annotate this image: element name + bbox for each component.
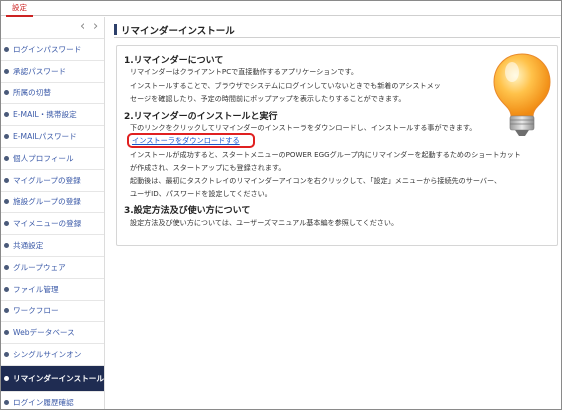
bullet-icon [4,375,9,381]
sidebar-item-approval-password[interactable]: 承認パスワード [1,61,104,83]
sidebar-item-label: 所属の切替 [13,88,51,98]
sidebar-item-label: E-MAILパスワード [13,132,77,142]
section-text-line: 起動後は、最初にタスクトレイのリマインダーアイコンを右クリックして、「設定」メニ… [130,176,502,185]
bullet-icon [4,46,9,52]
sidebar-item-label: Webデータベース [13,328,75,338]
sidebar-item-label: シングルサインオン [13,350,82,360]
lightbulb-icon [493,53,551,136]
bullet-icon [4,330,9,336]
sidebar-item-workflow[interactable]: ワークフロー [1,301,104,323]
sidebar-item-email-mobile-settings[interactable]: E-MAIL・携帯設定 [1,104,104,127]
bullet-icon [4,286,9,292]
page-header: リマインダーインストール [114,22,560,38]
sidebar-item-label: ファイル管理 [13,284,59,294]
sidebar-item-label: グループウェア [13,262,66,272]
content-panel: 1.リマインダーについて リマインダーはクライアントPCで直接動作するアプリケー… [116,45,558,246]
sidebar-item-login-history[interactable]: ログイン履歴確認 [1,392,104,409]
section-text-line: リマインダーはクライアントPCで直接動作するアプリケーションです。 [130,67,358,76]
sidebar-item-label: ログイン履歴確認 [13,397,74,407]
sidebar-item-reminder-install[interactable]: リマインダーインストール [1,365,104,392]
section-text-line: ユーザID、パスワードを設定してください。 [130,189,272,198]
sidebar-item-label: E-MAIL・携帯設定 [13,110,77,120]
sidebar-item-label: 承認パスワード [13,66,67,76]
section-text-line: インストールが成功すると、スタートメニューのPOWER EGGグループ内にリマイ… [130,150,521,159]
bullet-icon [4,199,9,205]
sidebar-item-my-menu[interactable]: マイメニューの登録 [1,213,104,236]
bullet-icon [4,243,9,249]
sidebar-item-single-sign-on[interactable]: シングルサインオン [1,344,104,366]
download-installer-link[interactable]: インストーラをダウンロードする [132,136,240,146]
main-content: リマインダーインストール 1.リマインダーについて リマインダーはクライアントP… [106,17,561,409]
bullet-icon [4,177,9,183]
sidebar-item-file-management[interactable]: ファイル管理 [1,279,104,301]
sidebar-item-label: ワークフロー [13,306,59,316]
page-title: リマインダーインストール [121,26,235,37]
bullet-icon [4,155,9,161]
sidebar-item-email-password[interactable]: E-MAILパスワード [1,126,104,148]
download-link-highlight: インストーラをダウンロードする [127,133,255,148]
sidebar-item-label: 個人プロフィール [13,153,74,163]
sidebar-item-groupware[interactable]: グループウェア [1,257,104,279]
section-heading-usage: 3.設定方法及び使い方について [124,206,251,216]
section-text-line: が作成され、スタートアップにも登録されます。 [130,163,286,172]
sidebar-item-label: ログインパスワード [13,44,82,54]
bullet-icon [4,112,9,118]
sidebar-item-label: マイグループの登録 [13,175,81,185]
sidebar-item-my-group[interactable]: マイグループの登録 [1,170,104,192]
title-accent-bar [114,24,117,35]
chevron-left-icon[interactable]: ‹ [80,19,85,35]
bullet-icon [4,68,9,74]
bullet-icon [4,399,9,405]
bullet-icon [4,352,9,358]
sidebar-item-personal-profile[interactable]: 個人プロフィール [1,148,104,170]
bullet-icon [4,221,9,227]
chevron-right-icon[interactable]: › [93,19,98,35]
section-text-line: インストールすることで、ブラウザでシステムにログインしていないときでも新着のアシ… [130,81,441,90]
bullet-icon [4,308,9,314]
sidebar-item-label: 施設グループの登録 [13,197,81,207]
section-heading-about: 1.リマインダーについて [124,56,224,66]
section-text-line: セージを確認したり、予定の時間前にポップアップを表示したりすることができます。 [130,94,406,103]
top-tab-bar: 設定 [1,1,561,17]
sidebar-item-web-database[interactable]: Webデータベース [1,322,104,345]
sidebar-item-label: 共通設定 [13,241,44,251]
sidebar-item-common-settings[interactable]: 共通設定 [1,235,104,257]
app-window: 設定 ‹ › ログインパスワード 承認パスワード 所属の切替 E-MAIL・携帯… [0,0,562,410]
section-heading-install: 2.リマインダーのインストールと実行 [124,112,278,122]
tab-settings[interactable]: 設定 [6,2,33,17]
bullet-icon [4,134,9,140]
sidebar-item-label: マイメニューの登録 [13,219,82,229]
bullet-icon [4,90,9,96]
sidebar-item-label: リマインダーインストール [13,373,104,383]
sidebar-item-login-password[interactable]: ログインパスワード [1,39,104,61]
sidebar-header: ‹ › [1,17,104,39]
bullet-icon [4,264,9,270]
sidebar-item-facility-group[interactable]: 施設グループの登録 [1,192,104,214]
section-text-line: 設定方法及び使い方については、ユーザーズマニュアル基本編を参照してください。 [130,218,399,227]
section-text-line: 下のリンクをクリックしてリマインダーのインストーラをダウンロードし、インストール… [130,123,477,132]
sidebar-item-switch-department[interactable]: 所属の切替 [1,83,104,105]
sidebar: ‹ › ログインパスワード 承認パスワード 所属の切替 E-MAIL・携帯設定 … [1,17,105,409]
